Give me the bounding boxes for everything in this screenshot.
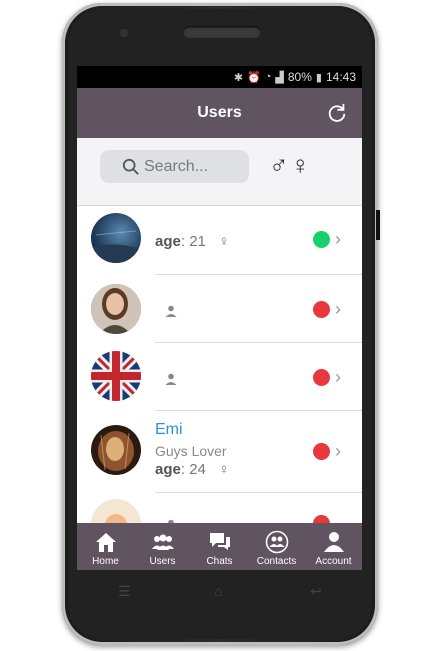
home-icon <box>95 533 116 552</box>
offline-status-dot <box>313 443 330 460</box>
tab-label: Users <box>149 556 176 567</box>
wifi-icon: ◔ <box>264 71 272 83</box>
tab-account[interactable]: Account <box>305 523 362 570</box>
male-icon[interactable]: ♂ <box>269 150 291 180</box>
search-input[interactable]: Search... <box>100 150 249 183</box>
female-icon: ♀ <box>218 461 230 478</box>
side-button <box>376 210 380 240</box>
chevron-right-icon: › <box>335 229 341 249</box>
home-key-icon[interactable]: ⌂ <box>214 583 222 599</box>
signal-icon: ▟ <box>275 71 284 84</box>
chevron-right-icon: › <box>335 441 341 461</box>
list-item[interactable]: Emi Guys Lover age: 24 ♀ › <box>77 411 362 493</box>
female-icon[interactable]: ♀ <box>291 150 313 180</box>
hardware-nav-keys: ☰ ⌂ ↩ <box>118 583 323 603</box>
tab-label: Contacts <box>256 556 297 567</box>
tab-label: Home <box>92 556 119 567</box>
tab-contacts[interactable]: Contacts <box>248 523 305 570</box>
tab-chats[interactable]: Chats <box>191 523 248 570</box>
tab-label: Chats <box>206 556 233 567</box>
tab-home[interactable]: Home <box>77 523 134 570</box>
avatar <box>91 351 141 401</box>
chevron-right-icon: › <box>335 299 341 319</box>
age-label: age <box>155 233 181 250</box>
menu-key-icon[interactable]: ☰ <box>118 583 131 600</box>
avatar <box>91 284 141 334</box>
refresh-icon[interactable] <box>326 102 348 124</box>
search-icon <box>122 158 139 175</box>
tab-users[interactable]: Users <box>134 523 191 570</box>
account-icon <box>323 532 344 552</box>
offline-status-dot <box>313 301 330 318</box>
user-info: Emi Guys Lover age: 24 ♀ <box>155 421 230 478</box>
chevron-right-icon: › <box>335 367 341 387</box>
clock: 14:43 <box>325 70 356 84</box>
users-icon <box>151 534 174 550</box>
alarm-icon: ⏰ <box>247 71 261 84</box>
person-icon <box>165 305 177 317</box>
user-info: age: 21 ♀ <box>155 233 230 250</box>
user-list: age: 21 ♀ › › › Emi Guys Lover age: 24 ♀… <box>77 207 362 549</box>
online-status-dot <box>313 231 330 248</box>
user-name[interactable]: Emi <box>155 421 230 439</box>
user-subtitle: Guys Lover <box>155 443 227 459</box>
list-item[interactable]: age: 21 ♀ › <box>77 207 362 275</box>
contacts-icon <box>265 530 288 554</box>
list-item[interactable]: › <box>77 275 362 343</box>
age-value: 21 <box>189 233 206 250</box>
app-header: Users <box>77 88 362 138</box>
gender-filter[interactable]: ♂♀ <box>269 150 312 181</box>
status-bar: ✱ ⏰ ◔ ▟ 80% ▮ 14:43 <box>77 66 362 88</box>
age-value: 24 <box>189 461 206 478</box>
avatar <box>91 213 141 263</box>
bluetooth-icon: ✱ <box>233 71 244 84</box>
chats-icon <box>209 533 230 550</box>
search-bar: Search... ♂♀ <box>77 138 362 206</box>
avatar <box>91 425 141 475</box>
list-item[interactable]: › <box>77 343 362 411</box>
bottom-tab-bar: Home Users Chats Contacts Account <box>77 523 362 570</box>
person-icon <box>165 373 177 385</box>
page-title: Users <box>197 104 242 121</box>
back-key-icon[interactable]: ↩ <box>310 583 322 600</box>
app-screen: ✱ ⏰ ◔ ▟ 80% ▮ 14:43 Users Search... ♂♀ a… <box>77 66 362 570</box>
earpiece-speaker <box>183 26 261 38</box>
battery-percent: 80% <box>287 70 312 84</box>
offline-status-dot <box>313 369 330 386</box>
battery-icon: ▮ <box>315 71 322 84</box>
female-icon: ♀ <box>218 233 230 250</box>
front-camera <box>118 27 130 39</box>
age-label: age <box>155 461 181 478</box>
tab-label: Account <box>315 556 352 567</box>
